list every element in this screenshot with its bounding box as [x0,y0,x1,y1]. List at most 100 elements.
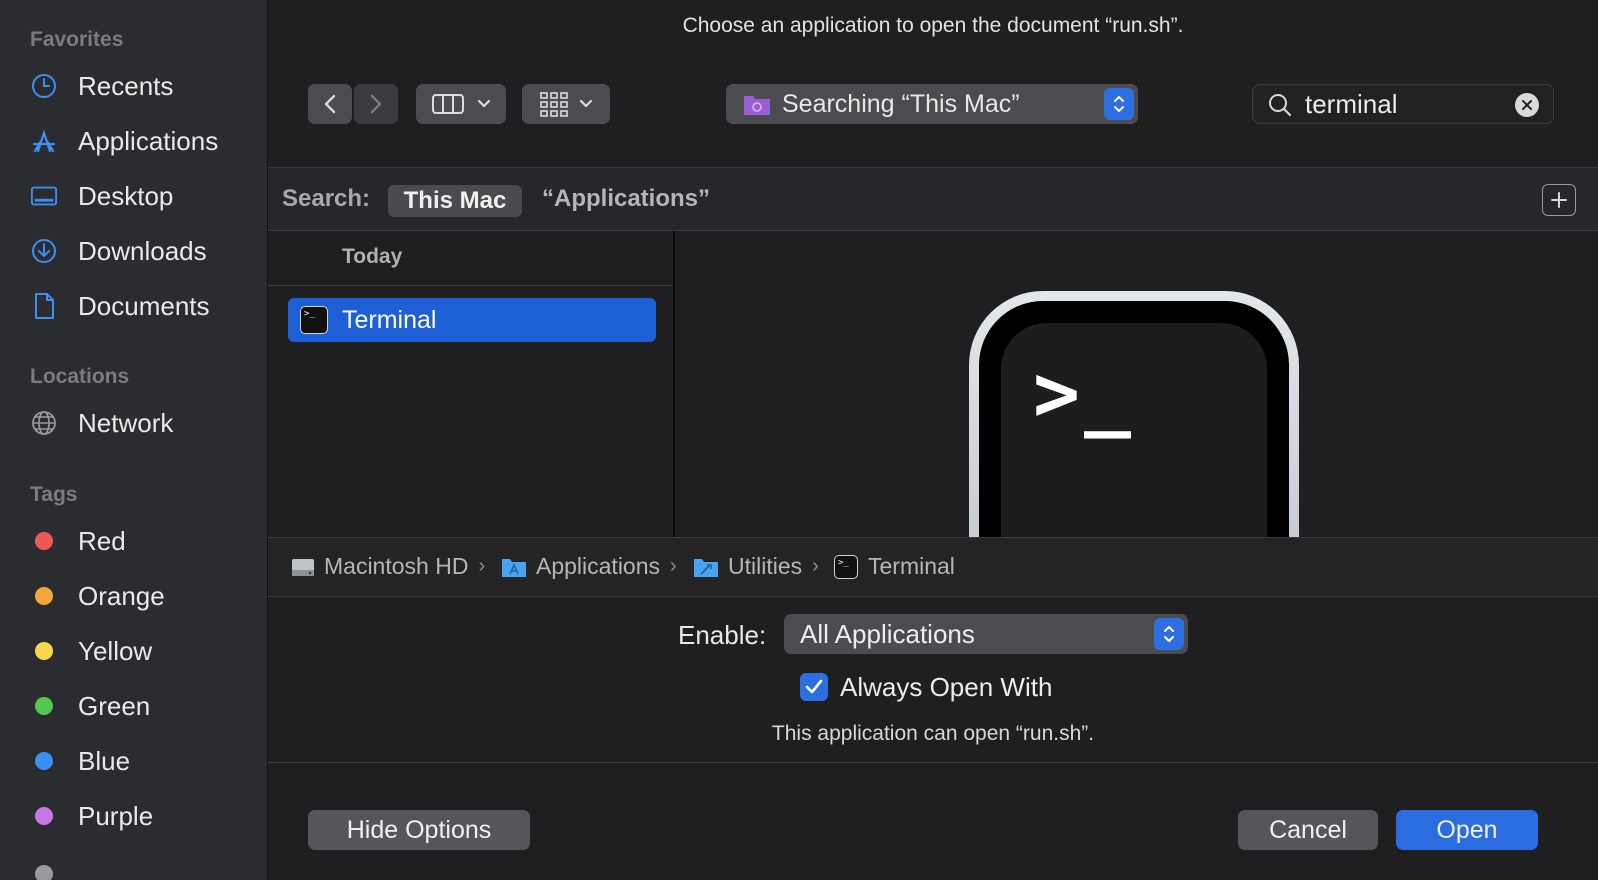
terminal-icon [300,306,328,334]
sidebar-item-label: Documents [78,290,210,321]
sidebar-tag-blue[interactable]: Blue [30,739,260,783]
scope-applications-button[interactable]: “Applications” [542,185,710,213]
list-header-divider [268,285,673,286]
enable-popup[interactable]: All Applications [784,614,1188,654]
sidebar-tag-partial[interactable] [30,852,260,880]
preview-pane: >_ [677,231,1598,537]
path-crumb-terminal[interactable]: Terminal [834,553,955,580]
smart-folder-icon [744,96,770,115]
sidebar-item-downloads[interactable]: Downloads [30,229,260,273]
sidebar-tag-red[interactable]: Red [30,519,260,563]
sidebar-item-label: Red [78,525,126,556]
columns-view-icon [432,94,464,114]
path-bar: Macintosh HD › Applications › Utilities … [268,538,1598,596]
search-field[interactable] [1252,84,1554,124]
always-open-checkbox[interactable] [800,673,828,701]
sidebar-item-label: Applications [78,125,219,156]
tag-dot-icon [35,752,53,770]
tag-dot-icon [35,807,53,825]
utilities-folder-icon [694,558,718,577]
hide-options-button[interactable]: Hide Options [308,810,530,850]
always-open-label[interactable]: Always Open With [840,672,1052,703]
tag-dot-icon [35,532,53,550]
sidebar-item-label: Desktop [78,180,174,211]
terminal-icon [834,554,858,579]
location-popup[interactable]: Searching “This Mac” [726,84,1138,124]
back-button[interactable] [308,84,352,124]
applications-icon [30,127,58,155]
plus-icon [1551,192,1567,208]
downloads-icon [30,237,58,265]
clear-search-icon[interactable] [1515,93,1539,117]
applications-folder-icon [502,558,526,577]
popup-stepper-icon [1154,618,1184,650]
list-item[interactable]: Terminal [288,298,656,342]
forward-button[interactable] [354,84,398,124]
sidebar-tag-yellow[interactable]: Yellow [30,629,260,673]
popup-stepper-icon [1104,88,1134,120]
sidebar-tag-green[interactable]: Green [30,684,260,728]
sidebar-item-label: Purple [78,800,154,831]
sidebar-item-label: Recents [78,70,174,101]
checkmark-icon [805,679,823,694]
group-button[interactable] [522,84,610,124]
sidebar-tag-purple[interactable]: Purple [30,794,260,838]
chevron-down-icon [477,99,491,108]
tag-dot-icon [35,697,53,715]
results-list: Today Terminal [268,231,675,537]
sidebar-item-documents[interactable]: Documents [30,284,260,328]
sidebar-item-label: Blue [78,745,131,776]
add-criteria-button[interactable] [1542,184,1576,216]
sidebar-item-applications[interactable]: Applications [30,119,260,163]
view-mode-button[interactable] [416,84,506,124]
info-text: This application can open “run.sh”. [771,722,1095,745]
search-scope-bar: Search: This Mac “Applications” [268,168,1598,230]
desktop-icon [30,182,58,210]
sidebar: Favorites Recents Applications Desktop D… [0,0,268,880]
path-separator: › [478,555,486,577]
scope-this-mac-button[interactable]: This Mac [388,185,522,217]
sidebar-item-label: Downloads [78,235,207,266]
sidebar-tag-orange[interactable]: Orange [30,574,260,618]
sidebar-section-favorites: Favorites [30,28,124,51]
path-separator: › [812,555,819,577]
path-crumb-macintosh-hd[interactable]: Macintosh HD › [290,553,495,580]
tag-dot-icon [35,587,53,605]
list-item-label: Terminal [342,305,437,334]
chevron-down-icon [579,99,593,108]
path-separator: › [670,555,677,577]
dialog-title: Choose an application to open the docume… [682,14,1184,37]
sidebar-item-recents[interactable]: Recents [30,64,260,108]
terminal-app-icon: >_ [969,291,1299,537]
enable-popup-value: All Applications [800,619,975,649]
location-popup-label: Searching “This Mac” [782,89,1020,118]
path-crumb-label: Macintosh HD [324,553,469,579]
path-crumb-label: Applications [536,553,661,579]
globe-icon [30,409,58,437]
path-crumb-utilities[interactable]: Utilities › [692,553,829,580]
sidebar-item-network[interactable]: Network [30,401,260,445]
sidebar-item-label: Green [78,690,151,721]
hard-drive-icon [292,558,314,576]
sidebar-section-tags: Tags [30,483,78,506]
clock-icon [30,72,58,100]
path-divider-bottom [268,596,1598,597]
scope-label: Search: [282,185,371,212]
open-button[interactable]: Open [1396,810,1538,850]
document-icon [30,292,58,320]
open-with-dialog: Favorites Recents Applications Desktop D… [0,0,1598,880]
path-crumb-applications[interactable]: Applications › [500,553,687,580]
search-input[interactable] [1305,89,1505,119]
grid-group-icon [540,92,568,117]
footer-divider [268,762,1598,763]
sidebar-item-label: Yellow [78,635,153,666]
search-icon [1269,94,1292,117]
sidebar-item-label: Orange [78,580,165,611]
tag-dot-icon [35,865,53,880]
cancel-button[interactable]: Cancel [1238,810,1378,850]
sidebar-section-locations: Locations [30,365,130,388]
path-crumb-label: Utilities [728,553,803,579]
path-crumb-label: Terminal [868,553,955,579]
sidebar-item-desktop[interactable]: Desktop [30,174,260,218]
chevron-right-icon [370,94,382,114]
